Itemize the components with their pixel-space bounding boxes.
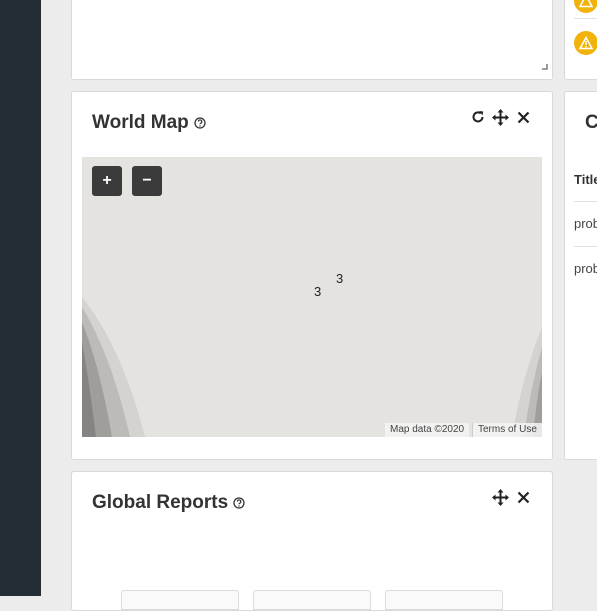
global-reports-title: Global Reports [92, 492, 245, 514]
row-divider [574, 201, 597, 202]
table-row[interactable]: prob [574, 216, 597, 231]
right-panel-title: C [585, 112, 597, 134]
move-icon[interactable] [491, 488, 509, 506]
warning-icon [574, 31, 597, 55]
row-divider [574, 18, 597, 19]
map-terrain [82, 297, 542, 437]
map-cluster-marker[interactable]: 3 [336, 271, 343, 286]
help-icon[interactable] [233, 497, 245, 509]
zoom-out-button[interactable]: − [132, 166, 162, 196]
move-icon[interactable] [491, 108, 509, 126]
warning-icon [574, 0, 597, 13]
world-map-title-text: World Map [92, 112, 189, 133]
sidebar [0, 0, 41, 596]
close-icon[interactable] [515, 109, 531, 125]
top-panel [71, 0, 553, 80]
refresh-icon[interactable] [470, 109, 486, 125]
top-right-panel [564, 0, 597, 80]
close-icon[interactable] [515, 489, 531, 505]
world-map[interactable]: + − 3 3 Map data ©2020 Terms of Use [82, 157, 542, 437]
global-reports-title-text: Global Reports [92, 492, 229, 513]
resize-handle-icon[interactable] [541, 57, 548, 75]
row-divider [574, 246, 597, 247]
global-reports-panel: Global Reports [71, 471, 553, 611]
report-card[interactable] [253, 590, 371, 610]
terms-of-use-link[interactable]: Terms of Use [472, 423, 542, 437]
report-card[interactable] [121, 590, 239, 610]
world-map-panel: World Map + − 3 3 Map data ©2020 Terms o… [71, 91, 553, 460]
zoom-in-button[interactable]: + [92, 166, 122, 196]
report-card[interactable] [385, 590, 503, 610]
right-table-panel: C Title prob prob [564, 91, 597, 460]
help-icon[interactable] [194, 117, 206, 129]
table-row[interactable]: prob [574, 261, 597, 276]
world-map-title: World Map [92, 112, 206, 134]
map-cluster-marker[interactable]: 3 [314, 284, 321, 299]
table-header-title: Title [574, 172, 597, 187]
map-attribution: Map data ©2020 [385, 423, 470, 437]
